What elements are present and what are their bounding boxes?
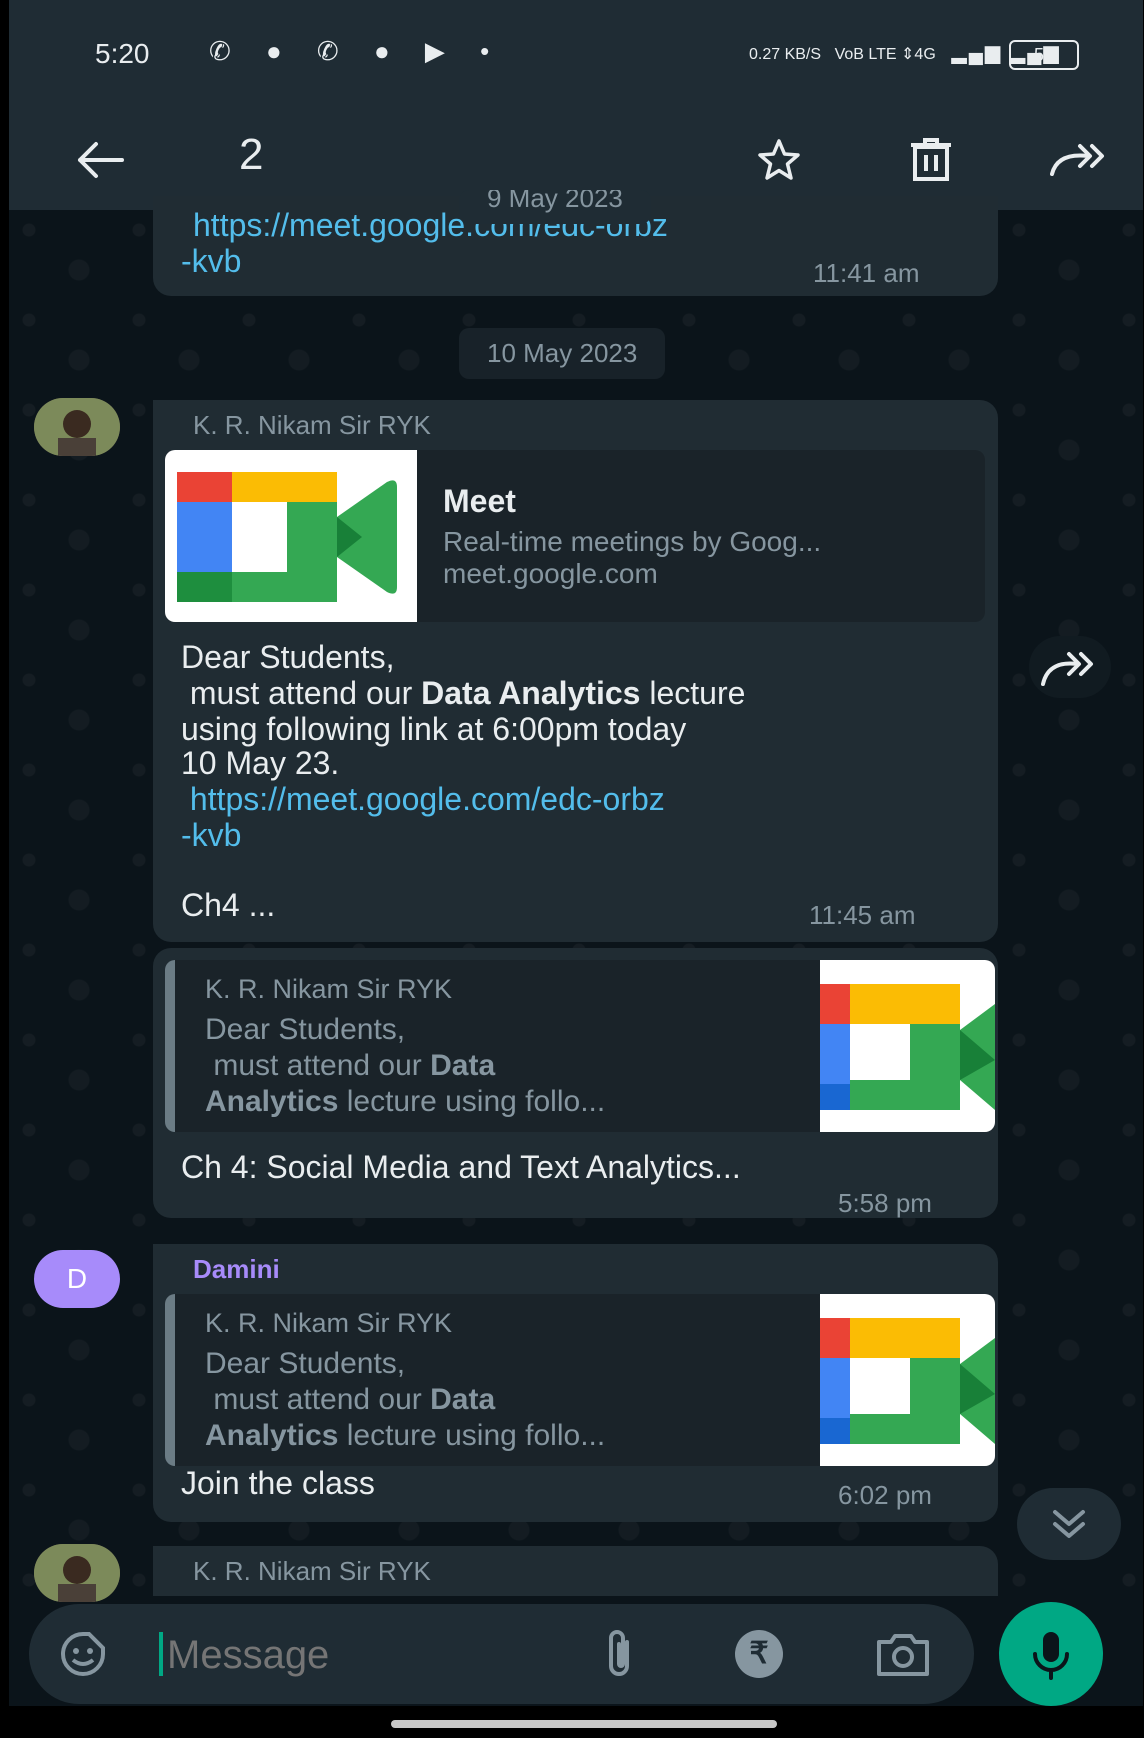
rupee-payment-icon[interactable]: ₹ — [735, 1630, 783, 1678]
text-cursor — [159, 1632, 163, 1676]
bold-text: Analytics — [205, 1419, 339, 1452]
message-time: 6:02 pm — [838, 1480, 932, 1510]
text-span: must attend our — [181, 675, 422, 711]
google-meet-icon — [820, 1318, 995, 1444]
message-line: using following link at 6:00pm today — [181, 711, 687, 747]
home-gesture-handle[interactable] — [391, 1720, 777, 1728]
avatar-letter: D — [66, 1263, 88, 1294]
preview-description: Real-time meetings by Goog... — [443, 526, 822, 557]
quoted-line: Analytics lecture using follo... — [205, 1418, 765, 1454]
message-time: 5:58 pm — [838, 1188, 932, 1218]
quoted-line: Dear Students, — [205, 1347, 406, 1380]
message-composer: ₹ — [29, 1604, 974, 1704]
date-chip-prev: 9 May 2023 — [459, 190, 651, 224]
net-speed: 0.27 KB/S — [749, 46, 822, 63]
back-arrow-icon[interactable] — [65, 132, 135, 188]
quoted-thumbnail — [820, 960, 995, 1132]
message-text[interactable]: Join the class — [181, 1466, 375, 1501]
quoted-line: Dear Students, — [205, 1013, 406, 1046]
status-bar: 5:20 ✆ ● ✆ ● ▶ • 0.27 KB/S VoB LTE ⇕4G ▂… — [9, 0, 1143, 110]
message-line[interactable]: Ch4 ... — [181, 888, 275, 923]
google-meet-icon — [177, 472, 397, 602]
sender-name[interactable]: K. R. Nikam Sir RYK — [193, 1556, 431, 1587]
message-bubble[interactable]: K. R. Nikam Sir RYK Meet Real-time meeti… — [153, 400, 998, 942]
meet-thumbnail — [165, 450, 417, 622]
status-time: 5:20 — [95, 38, 150, 69]
quoted-line: must attend our Data — [205, 1048, 765, 1084]
quoted-message[interactable]: K. R. Nikam Sir RYK Dear Students, must … — [165, 960, 995, 1132]
bold-text: Analytics — [205, 1085, 339, 1118]
quoted-message[interactable]: K. R. Nikam Sir RYK Dear Students, must … — [165, 1294, 995, 1466]
message-input[interactable] — [165, 1622, 589, 1688]
quoted-sender: K. R. Nikam Sir RYK — [205, 974, 453, 1004]
quoted-line: Analytics lecture using follo... — [205, 1084, 765, 1120]
avatar-damini[interactable]: D — [34, 1250, 120, 1308]
text-span: must attend our — [205, 1383, 431, 1416]
voice-record-button[interactable] — [999, 1602, 1103, 1706]
message-line: Dear Students, — [181, 639, 395, 675]
message-line: 10 May 23. — [181, 745, 340, 781]
camera-icon[interactable] — [875, 1630, 931, 1678]
message-line: must attend our Data Analytics lecture — [181, 675, 746, 711]
quoted-thumbnail — [820, 1294, 995, 1466]
bold-text: Data — [430, 1049, 496, 1082]
avatar[interactable] — [34, 1544, 120, 1602]
selected-count: 2 — [239, 130, 264, 179]
sender-name[interactable]: K. R. Nikam Sir RYK — [193, 410, 431, 441]
message-link[interactable]: https://meet.google.com/edc-orbz — [181, 782, 665, 817]
bold-text: Data Analytics — [421, 675, 641, 711]
message-time: 11:45 am — [809, 900, 916, 930]
message-bubble[interactable]: K. R. Nikam Sir RYK — [153, 1546, 998, 1596]
date-chip: 10 May 2023 — [459, 328, 666, 379]
battery-icon: 59 — [1009, 40, 1079, 70]
attach-icon[interactable] — [599, 1628, 639, 1680]
quoted-text: Dear Students, must attend our Data Anal… — [205, 1346, 765, 1454]
text-span: lecture using follo... — [338, 1419, 606, 1452]
quoted-text: Dear Students, must attend our Data Anal… — [205, 1012, 765, 1120]
quoted-sender: K. R. Nikam Sir RYK — [205, 1308, 453, 1338]
sender-name[interactable]: Damini — [193, 1254, 280, 1285]
google-meet-icon — [820, 984, 995, 1110]
system-nav-bar — [9, 1706, 1143, 1738]
forward-message-button[interactable] — [1029, 636, 1111, 698]
whatsapp-screen: 5:20 ✆ ● ✆ ● ▶ • 0.27 KB/S VoB LTE ⇕4G ▂… — [9, 0, 1143, 1738]
forward-icon — [1041, 652, 1093, 686]
text-span: lecture using follo... — [338, 1085, 606, 1118]
quoted-line: must attend our Data — [205, 1382, 765, 1418]
emoji-sticker-icon[interactable] — [59, 1630, 107, 1678]
link-preview[interactable]: Meet Real-time meetings by Goog... meet.… — [165, 450, 985, 622]
message-bubble[interactable]: K. R. Nikam Sir RYK Dear Students, must … — [153, 948, 998, 1218]
double-chevron-down-icon — [1053, 1510, 1085, 1538]
network-type: VoB LTE ⇕4G — [834, 46, 936, 63]
scroll-down-button[interactable] — [1017, 1488, 1121, 1560]
message-text[interactable]: Ch 4: Social Media and Text Analytics... — [181, 1150, 741, 1185]
message-link-cont[interactable]: -kvb — [181, 818, 241, 853]
preview-domain: meet.google.com — [443, 558, 658, 589]
delete-icon[interactable] — [901, 132, 961, 188]
avatar[interactable] — [34, 398, 120, 456]
text-span: must attend our — [205, 1049, 431, 1082]
message-bubble[interactable]: Damini K. R. Nikam Sir RYK Dear Students… — [153, 1244, 998, 1522]
microphone-icon — [1033, 1632, 1069, 1680]
forward-icon[interactable] — [1045, 132, 1115, 188]
message-link-cont[interactable]: -kvb — [181, 244, 241, 279]
star-icon[interactable] — [749, 132, 809, 188]
preview-title: Meet — [443, 483, 516, 519]
notification-icons: ✆ ● ✆ ● ▶ • — [209, 36, 504, 66]
text-span: lecture — [640, 675, 746, 711]
message-time: 11:41 am — [813, 258, 920, 288]
bold-text: Data — [430, 1383, 496, 1416]
